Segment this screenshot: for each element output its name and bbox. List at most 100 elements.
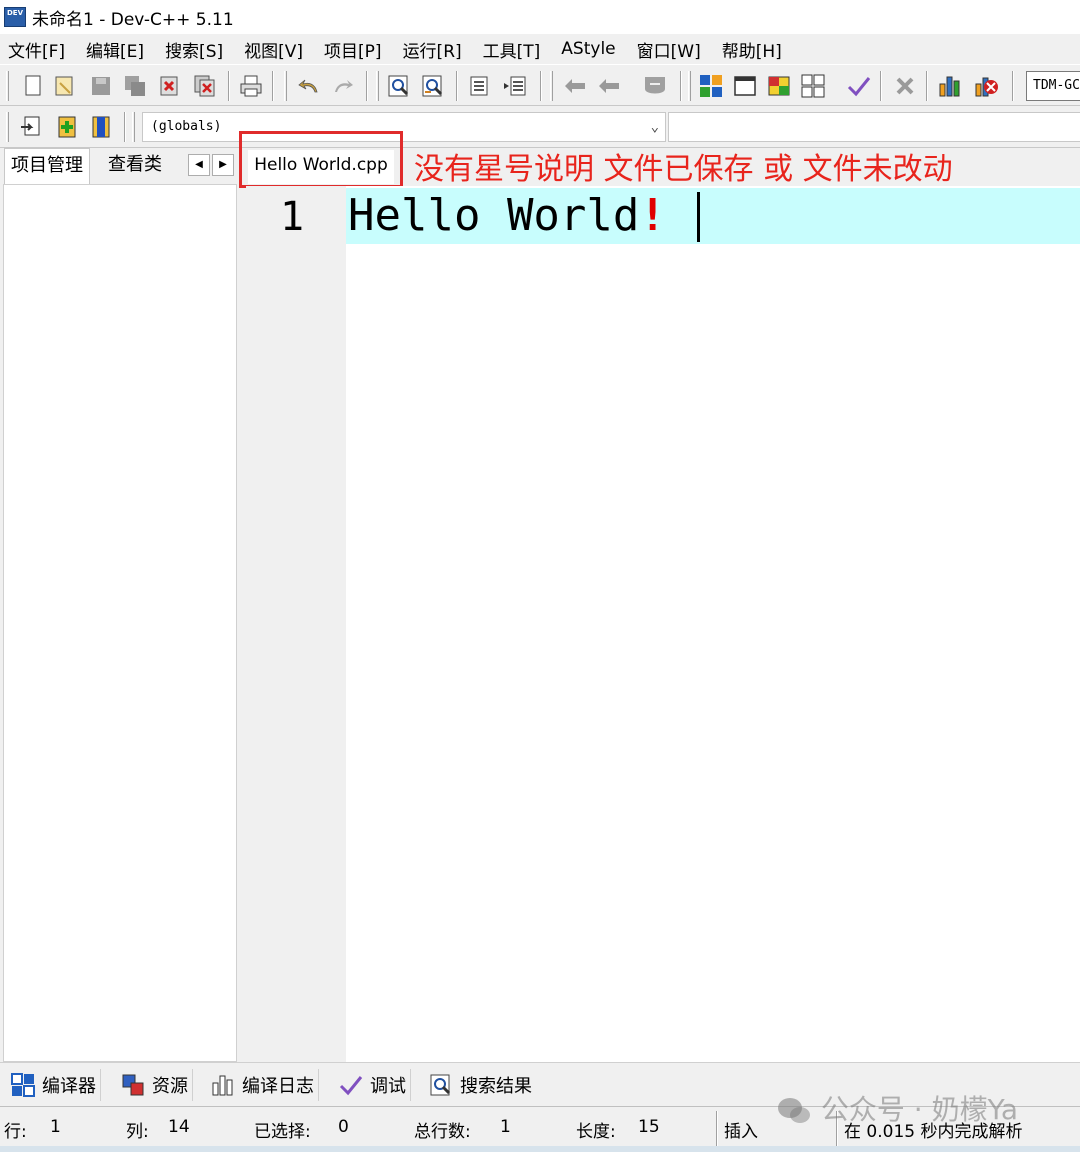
- status-length-label: 长度:: [576, 1122, 616, 1142]
- open-file-icon[interactable]: [52, 73, 78, 99]
- window-icon[interactable]: [732, 73, 758, 99]
- code-exclamation: !: [639, 190, 666, 241]
- debug-stop-icon[interactable]: [974, 73, 1000, 99]
- save-all-icon[interactable]: [122, 73, 148, 99]
- toolbar-separator: [1012, 71, 1014, 101]
- menu-window[interactable]: 窗口[W]: [637, 37, 701, 62]
- bookmark-forward-icon[interactable]: [596, 73, 622, 99]
- find-icon[interactable]: [386, 73, 412, 99]
- tab-compiler[interactable]: 编译器: [6, 1069, 101, 1101]
- function-select[interactable]: [668, 112, 1080, 142]
- status-col-label: 列:: [126, 1122, 149, 1142]
- toggle-comment-icon[interactable]: [642, 73, 668, 99]
- toolbar-grip[interactable]: [284, 71, 287, 101]
- toolbar-separator: [124, 112, 126, 142]
- replace-icon[interactable]: [420, 73, 446, 99]
- unindent-icon[interactable]: [502, 73, 528, 99]
- status-row-value: 1: [50, 1117, 61, 1137]
- tab-resources-label: 资源: [152, 1076, 188, 1097]
- code-editor[interactable]: [246, 186, 1080, 1062]
- status-row-label: 行:: [4, 1122, 27, 1142]
- close-icon[interactable]: [156, 73, 182, 99]
- toolbar-grip[interactable]: [6, 71, 9, 101]
- tab-scroll-left-icon[interactable]: ◀: [188, 154, 210, 176]
- stop-icon[interactable]: [892, 73, 918, 99]
- save-icon[interactable]: [88, 73, 114, 99]
- menu-astyle[interactable]: AStyle: [561, 39, 615, 59]
- line-number: 1: [280, 194, 305, 240]
- compile-log-icon: [210, 1072, 236, 1098]
- toolbar-separator: [680, 71, 682, 101]
- menu-bar: 文件[F] 编辑[E] 搜索[S] 视图[V] 项目[P] 运行[R] 工具[T…: [0, 34, 1080, 64]
- tab-scroll-right-icon[interactable]: ▶: [212, 154, 234, 176]
- bookmark-back-icon[interactable]: [562, 73, 588, 99]
- new-project-icon[interactable]: [698, 73, 724, 99]
- annotation-highlight-box: [239, 131, 403, 188]
- tab-resources[interactable]: 资源: [116, 1069, 193, 1101]
- check-icon[interactable]: [846, 73, 872, 99]
- compiler-icon: [10, 1072, 36, 1098]
- menu-search[interactable]: 搜索[S]: [165, 37, 223, 62]
- search-results-icon: [428, 1072, 454, 1098]
- resources-icon: [120, 1072, 146, 1098]
- toolbar-grip[interactable]: [376, 71, 379, 101]
- goto-line-icon[interactable]: [18, 114, 44, 140]
- code-text: Hello World: [348, 190, 640, 241]
- status-separator: [716, 1111, 718, 1149]
- tab-project-manager[interactable]: 项目管理: [4, 148, 90, 185]
- bookmark-icon[interactable]: [88, 114, 114, 140]
- menu-run[interactable]: 运行[R]: [403, 37, 462, 62]
- annotation-text: 没有星号说明 文件已保存 或 文件未改动: [414, 152, 953, 187]
- compiler-profile-select[interactable]: TDM-GCC: [1026, 71, 1080, 101]
- redo-icon[interactable]: [330, 73, 356, 99]
- status-selected-label: 已选择:: [254, 1122, 311, 1142]
- tab-compile-log[interactable]: 编译日志: [206, 1069, 319, 1101]
- wechat-icon: [778, 1098, 810, 1123]
- scope-select[interactable]: (globals) ⌄: [142, 112, 666, 142]
- tab-debug[interactable]: 调试: [334, 1069, 411, 1101]
- new-class-icon[interactable]: [766, 73, 792, 99]
- undo-icon[interactable]: [296, 73, 322, 99]
- menu-edit[interactable]: 编辑[E]: [86, 37, 144, 62]
- window-bottom-edge: [0, 1146, 1080, 1152]
- menu-view[interactable]: 视图[V]: [244, 37, 303, 62]
- toolbar-separator: [366, 71, 368, 101]
- toolbar-separator: [456, 71, 458, 101]
- toolbar-grip[interactable]: [6, 112, 9, 142]
- toolbar-grip[interactable]: [688, 71, 691, 101]
- tab-search-results-label: 搜索结果: [460, 1076, 532, 1097]
- menu-help[interactable]: 帮助[H]: [722, 37, 782, 62]
- status-col-value: 14: [168, 1117, 190, 1137]
- menu-tools[interactable]: 工具[T]: [483, 37, 541, 62]
- new-file-icon[interactable]: [20, 73, 46, 99]
- status-total-lines-value: 1: [500, 1117, 511, 1137]
- toolbar-separator: [228, 71, 230, 101]
- app-logo-icon: DEV: [4, 7, 26, 27]
- chart-icon[interactable]: [938, 73, 964, 99]
- close-all-icon[interactable]: [192, 73, 218, 99]
- menu-file[interactable]: 文件[F]: [8, 37, 65, 62]
- add-file-icon[interactable]: [54, 114, 80, 140]
- toolbar-separator: [272, 71, 274, 101]
- toolbar-grip[interactable]: [132, 112, 135, 142]
- tab-debug-label: 调试: [370, 1076, 406, 1097]
- project-view-icon[interactable]: [800, 73, 826, 99]
- tab-compile-log-label: 编译日志: [242, 1076, 314, 1097]
- status-total-lines-label: 总行数:: [414, 1122, 471, 1142]
- project-tree-panel[interactable]: [3, 184, 237, 1062]
- toolbar-grip[interactable]: [550, 71, 553, 101]
- secondary-toolbar: (globals) ⌄: [0, 106, 1080, 148]
- chevron-down-icon[interactable]: ⌄: [651, 113, 659, 141]
- scope-select-value: (globals): [151, 119, 222, 134]
- tab-search-results[interactable]: 搜索结果: [424, 1069, 536, 1101]
- code-line[interactable]: Hello World!: [348, 190, 666, 242]
- tab-class-browser[interactable]: 查看类: [102, 148, 168, 184]
- indent-icon[interactable]: [466, 73, 492, 99]
- toolbar-separator: [926, 71, 928, 101]
- line-number-gutter: [246, 186, 346, 1062]
- menu-project[interactable]: 项目[P]: [324, 37, 382, 62]
- watermark: 公众号 · 奶檬Ya: [776, 1088, 1018, 1128]
- print-icon[interactable]: [238, 73, 264, 99]
- title-bar: DEV 未命名1 - Dev-C++ 5.11: [0, 0, 1080, 34]
- tab-compiler-label: 编译器: [42, 1076, 96, 1097]
